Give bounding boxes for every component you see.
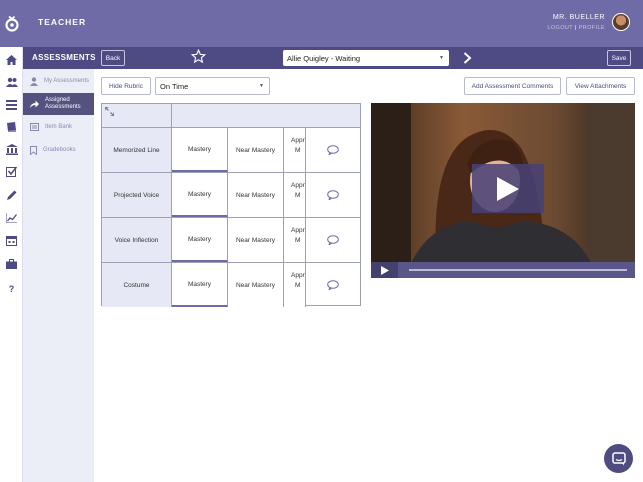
- logout-link[interactable]: LOGOUT: [547, 25, 573, 31]
- list-icon[interactable]: [5, 98, 18, 111]
- rubric-cell-near-mastery[interactable]: Near Mastery: [228, 263, 284, 307]
- avatar[interactable]: [612, 13, 630, 31]
- book-icon[interactable]: [5, 120, 18, 133]
- sidebar-item-label: My Assessments: [44, 77, 90, 84]
- user-info: MR. BUELLER LOGOUT | PROFILE: [547, 14, 605, 31]
- assessment-bar: ASSESSMENTS Back Allie Quigley - Waiting…: [23, 47, 643, 69]
- cell-text: M: [295, 236, 301, 244]
- rubric-row: Memorized Line Mastery Near Mastery Appr…: [102, 127, 360, 172]
- app-logo-icon[interactable]: [0, 0, 23, 47]
- cell-text: Appr: [291, 272, 305, 279]
- play-icon: [380, 265, 389, 275]
- expand-icon[interactable]: [105, 107, 114, 116]
- status-select-value: On Time: [160, 81, 189, 91]
- sidebar-item-assigned-assessments[interactable]: Assigned Assessments: [23, 93, 94, 115]
- briefcase-icon[interactable]: [5, 257, 18, 270]
- rubric-cell-approaching[interactable]: Appr M: [284, 173, 306, 217]
- calendar-icon[interactable]: [5, 234, 18, 247]
- rubric-cell-approaching[interactable]: Appr M: [284, 263, 306, 307]
- rubric-table: Memorized Line Mastery Near Mastery Appr…: [101, 103, 361, 307]
- rubric-cell-mastery[interactable]: Mastery: [172, 173, 228, 217]
- cell-text: M: [295, 281, 301, 289]
- rubric-row: Projected Voice Mastery Near Mastery App…: [102, 172, 360, 217]
- view-attachments-button[interactable]: View Attachments: [566, 77, 635, 95]
- role-label: TEACHER: [38, 17, 87, 27]
- video-controls: [371, 262, 635, 278]
- comment-icon[interactable]: [306, 263, 360, 307]
- chat-button[interactable]: [604, 444, 633, 473]
- rubric-cell-near-mastery[interactable]: Near Mastery: [228, 218, 284, 262]
- rubric-cell-mastery[interactable]: Mastery: [172, 218, 228, 262]
- user-links: LOGOUT | PROFILE: [547, 25, 605, 31]
- user-icon: [30, 76, 38, 86]
- icon-nav: ?: [0, 47, 23, 482]
- chevron-down-icon: ▼: [259, 83, 264, 89]
- checkbox-icon[interactable]: [5, 165, 18, 178]
- institution-icon[interactable]: [5, 143, 18, 156]
- profile-link[interactable]: PROFILE: [579, 25, 605, 31]
- video-play-button[interactable]: [371, 262, 398, 278]
- home-icon[interactable]: [5, 53, 18, 66]
- rubric-cell-near-mastery[interactable]: Near Mastery: [228, 173, 284, 217]
- criterion-label: Memorized Line: [102, 128, 172, 172]
- next-student-icon[interactable]: [463, 51, 472, 69]
- rubric-header: [102, 104, 360, 128]
- rubric-cell-approaching[interactable]: Appr M: [284, 218, 306, 262]
- criterion-label: Costume: [102, 263, 172, 307]
- cell-text: Appr: [291, 182, 305, 189]
- cell-text: M: [295, 146, 301, 154]
- sidebar-item-item-bank[interactable]: Item Bank: [23, 116, 94, 138]
- criterion-label: Projected Voice: [102, 173, 172, 217]
- play-overlay-button[interactable]: [472, 164, 544, 213]
- help-icon[interactable]: ?: [5, 282, 18, 295]
- chart-icon[interactable]: [5, 211, 18, 224]
- sidebar: My Assessments Assigned Assessments Item…: [23, 69, 94, 482]
- chat-icon: [611, 451, 626, 465]
- save-button[interactable]: Save: [607, 50, 631, 66]
- sidebar-item-label: Item Bank: [45, 123, 73, 130]
- rubric-row: Voice Inflection Mastery Near Mastery Ap…: [102, 217, 360, 262]
- favorite-star-icon[interactable]: [190, 48, 207, 69]
- comment-icon[interactable]: [306, 218, 360, 262]
- sidebar-item-gradebooks[interactable]: Gradebooks: [23, 139, 94, 161]
- cell-text: Appr: [291, 137, 305, 144]
- cell-text: Appr: [291, 227, 305, 234]
- users-icon[interactable]: [5, 75, 18, 88]
- rubric-cell-approaching[interactable]: Appr M: [284, 128, 306, 172]
- user-name: MR. BUELLER: [552, 14, 605, 21]
- pencil-icon[interactable]: [5, 188, 18, 201]
- comment-icon[interactable]: [306, 128, 360, 172]
- bookmark-icon: [30, 145, 37, 155]
- top-bar: TEACHER MR. BUELLER LOGOUT | PROFILE: [0, 0, 643, 47]
- student-select-value: Allie Quigley - Waiting: [287, 53, 361, 63]
- list-box-icon: [30, 123, 39, 131]
- student-select[interactable]: Allie Quigley - Waiting ▼: [283, 50, 449, 66]
- back-button[interactable]: Back: [101, 50, 125, 66]
- sidebar-item-label: Assigned Assessments: [45, 97, 81, 110]
- status-select[interactable]: On Time ▼: [155, 77, 270, 95]
- video-progress-track[interactable]: [409, 269, 627, 271]
- sidebar-item-label: Gradebooks: [43, 146, 76, 153]
- criterion-label: Voice Inflection: [102, 218, 172, 262]
- comment-icon[interactable]: [306, 173, 360, 217]
- rubric-cell-near-mastery[interactable]: Near Mastery: [228, 128, 284, 172]
- play-icon: [497, 176, 519, 201]
- rubric-row: Costume Mastery Near Mastery Appr M: [102, 262, 360, 307]
- hide-rubric-button[interactable]: Hide Rubric: [101, 77, 151, 95]
- add-assessment-comments-button[interactable]: Add Assessment Comments: [464, 77, 561, 95]
- rubric-cell-mastery[interactable]: Mastery: [172, 128, 228, 172]
- rubric-cell-mastery[interactable]: Mastery: [172, 263, 228, 307]
- video-player[interactable]: [371, 103, 635, 278]
- sidebar-item-my-assessments[interactable]: My Assessments: [23, 70, 94, 92]
- page-title: ASSESSMENTS: [32, 53, 96, 62]
- share-arrow-icon: [30, 100, 39, 108]
- cell-text: M: [295, 191, 301, 199]
- chevron-down-icon: ▼: [439, 55, 444, 61]
